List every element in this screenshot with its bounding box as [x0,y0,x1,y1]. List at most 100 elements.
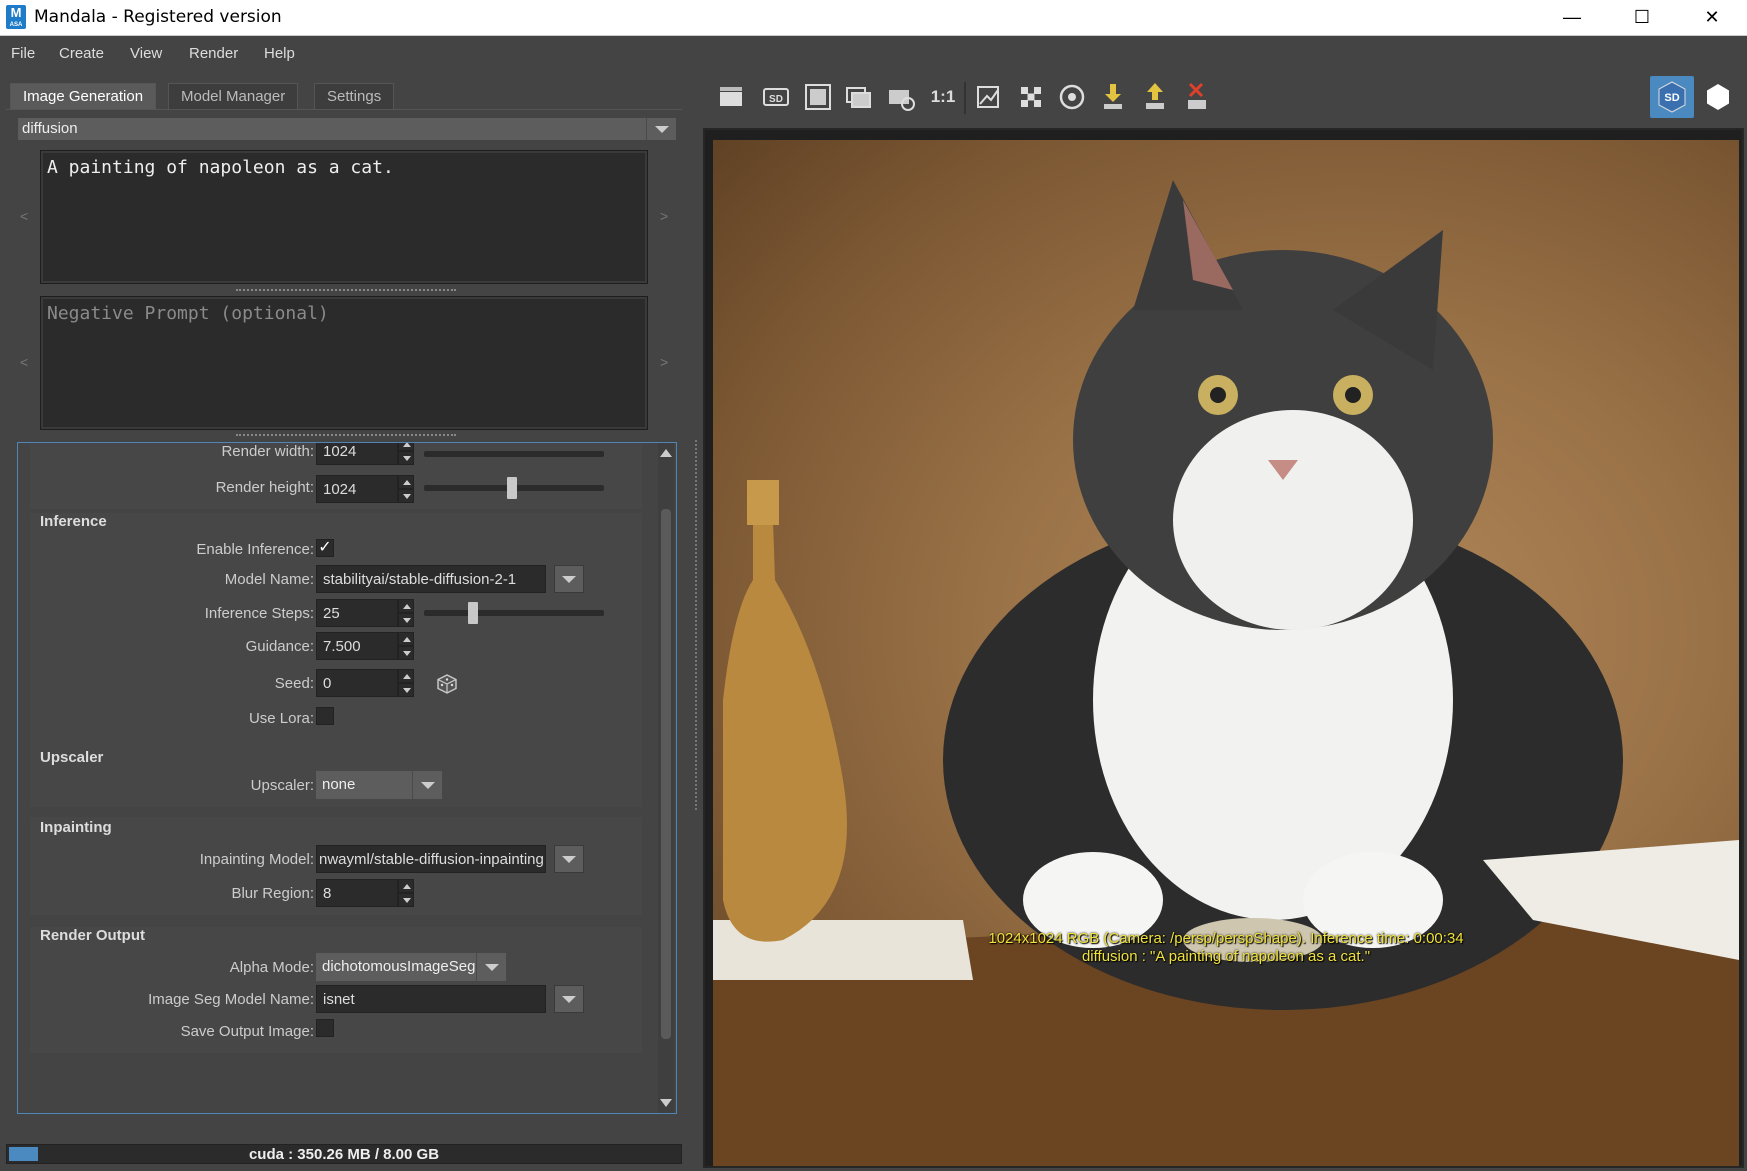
menu-create[interactable]: Create [59,45,104,62]
prompt-splitter[interactable] [236,289,456,293]
minimize-button[interactable]: — [1537,0,1607,36]
guidance-label: Guidance: [245,638,314,655]
negative-prompt-input[interactable]: Negative Prompt (optional) [40,296,648,430]
inpainting-header: Inpainting [40,819,112,836]
clapboard-icon[interactable] [714,80,748,114]
render-viewport[interactable]: 1024x1024 RGB (Camera: /persp/perspShape… [703,128,1744,1168]
inference-steps-label: Inference Steps: [204,605,314,622]
memory-status-text: cuda : 350.26 MB / 8.00 GB [248,1146,440,1163]
scroll-up-icon[interactable] [660,449,672,457]
svg-text:SD: SD [769,94,783,105]
alpha-mode-label: Alpha Mode: [229,959,314,976]
use-lora-checkbox[interactable] [316,707,334,725]
left-panel: Image Generation Model Manager Settings … [6,82,682,1142]
cat-painting-illustration [713,180,1739,1166]
frame-icon[interactable] [801,80,835,114]
aperture-icon[interactable] [1055,80,1089,114]
rendered-image: 1024x1024 RGB (Camera: /persp/perspShape… [713,140,1739,1166]
sd-cube-icon[interactable]: SD [1650,76,1694,118]
seed-spinner[interactable] [398,669,414,697]
maximize-button[interactable]: ☐ [1607,0,1677,36]
inference-steps-slider-handle[interactable] [468,602,478,624]
inpainting-model-dropdown[interactable] [554,845,584,873]
settings-splitter[interactable] [236,434,456,438]
menu-render[interactable]: Render [189,45,238,62]
guidance-field[interactable]: 7.500 [316,632,398,660]
render-output-header: Render Output [40,927,145,944]
render-width-label: Render width: [221,443,314,460]
upscaler-header: Upscaler [40,749,104,766]
render-width-spinner[interactable] [398,443,414,465]
prompt-input[interactable]: A painting of napoleon as a cat. [40,150,648,284]
inference-steps-slider[interactable] [424,610,604,616]
model-name-field[interactable]: stabilityai/stable-diffusion-2-1 [316,565,546,593]
save-output-checkbox[interactable] [316,1019,334,1037]
negprompt-prev-arrow[interactable]: < [20,354,28,370]
use-lora-label: Use Lora: [248,710,314,727]
render-width-slider[interactable] [424,451,604,457]
inpainting-model-label: Inpainting Model: [199,851,314,868]
guidance-spinner[interactable] [398,632,414,660]
prompt-prev-arrow[interactable]: < [20,208,28,224]
blur-region-field[interactable]: 8 [316,879,398,907]
delete-icon[interactable] [1180,80,1214,114]
hexagon-icon[interactable] [1701,80,1735,114]
prompt-next-arrow[interactable]: > [660,208,668,224]
tab-image-generation[interactable]: Image Generation [10,83,157,109]
render-width-field[interactable]: 1024 [316,443,398,465]
app-icon: M ASA [6,5,26,29]
dice-icon[interactable] [436,673,458,695]
menu-file[interactable]: File [11,45,35,62]
image-seg-model-field[interactable]: isnet [316,985,546,1013]
render-info-line2: diffusion : "A painting of napoleon as a… [1081,948,1371,965]
panel-splitter[interactable] [695,440,697,810]
sd-icon[interactable]: SD [759,80,793,114]
tab-settings[interactable]: Settings [314,83,395,109]
negprompt-next-arrow[interactable]: > [660,354,668,370]
alpha-mode-select[interactable]: dichotomousImageSeg [316,953,506,981]
render-height-slider-handle[interactable] [507,477,517,499]
preset-select[interactable]: diffusion [18,118,676,140]
scrollbar-thumb[interactable] [661,509,671,1039]
ratio-1to1-button[interactable]: 1:1 [926,80,960,114]
checker-icon[interactable] [1014,80,1048,114]
menu-help[interactable]: Help [264,45,295,62]
inference-steps-field[interactable]: 25 [316,599,398,627]
svg-text:SD: SD [1664,92,1679,104]
chevron-down-icon[interactable] [412,771,442,799]
save-output-label: Save Output Image: [180,1023,314,1040]
enable-inference-checkbox[interactable]: ✓ [316,539,334,557]
enable-inference-label: Enable Inference: [196,541,314,558]
toolbar-separator [964,82,966,114]
seed-label: Seed: [274,675,314,692]
render-height-field[interactable]: 1024 [316,475,398,503]
upscaler-select[interactable]: none [316,771,442,799]
render-height-spinner[interactable] [398,475,414,503]
inpainting-model-field[interactable]: nwayml/stable-diffusion-inpainting [316,845,546,873]
tab-bar: Image Generation Model Manager Settings [6,82,682,110]
image-edit-icon[interactable] [972,80,1006,114]
chevron-down-icon[interactable] [646,118,676,140]
scroll-down-icon[interactable] [660,1099,672,1107]
close-button[interactable]: ✕ [1677,0,1747,36]
render-settings-icon[interactable] [884,80,918,114]
menu-view[interactable]: View [130,45,162,62]
render-info-line1: 1024x1024 RGB (Camera: /persp/perspShape… [988,930,1464,947]
blur-region-spinner[interactable] [398,879,414,907]
export-icon[interactable] [1138,80,1172,114]
import-icon[interactable] [1096,80,1130,114]
image-seg-model-dropdown[interactable] [554,985,584,1013]
settings-scroll-area: Render width: 1024 Render height: 1024 I… [17,442,677,1114]
upscaler-label: Upscaler: [250,777,314,794]
layers-icon[interactable] [842,80,876,114]
render-output-section: Render Output Alpha Mode: dichotomousIma… [30,927,642,1053]
inference-section: Inference Enable Inference: ✓ Model Name… [30,513,642,771]
viewport-toolbar: SD 1:1 SD [704,76,1747,118]
inference-steps-spinner[interactable] [398,599,414,627]
model-name-dropdown[interactable] [554,565,584,593]
settings-scrollbar[interactable] [658,443,674,1113]
chevron-down-icon[interactable] [476,953,506,981]
tab-model-manager[interactable]: Model Manager [168,83,299,109]
upscaler-section: Upscaler Upscaler: none [30,749,642,807]
seed-field[interactable]: 0 [316,669,398,697]
